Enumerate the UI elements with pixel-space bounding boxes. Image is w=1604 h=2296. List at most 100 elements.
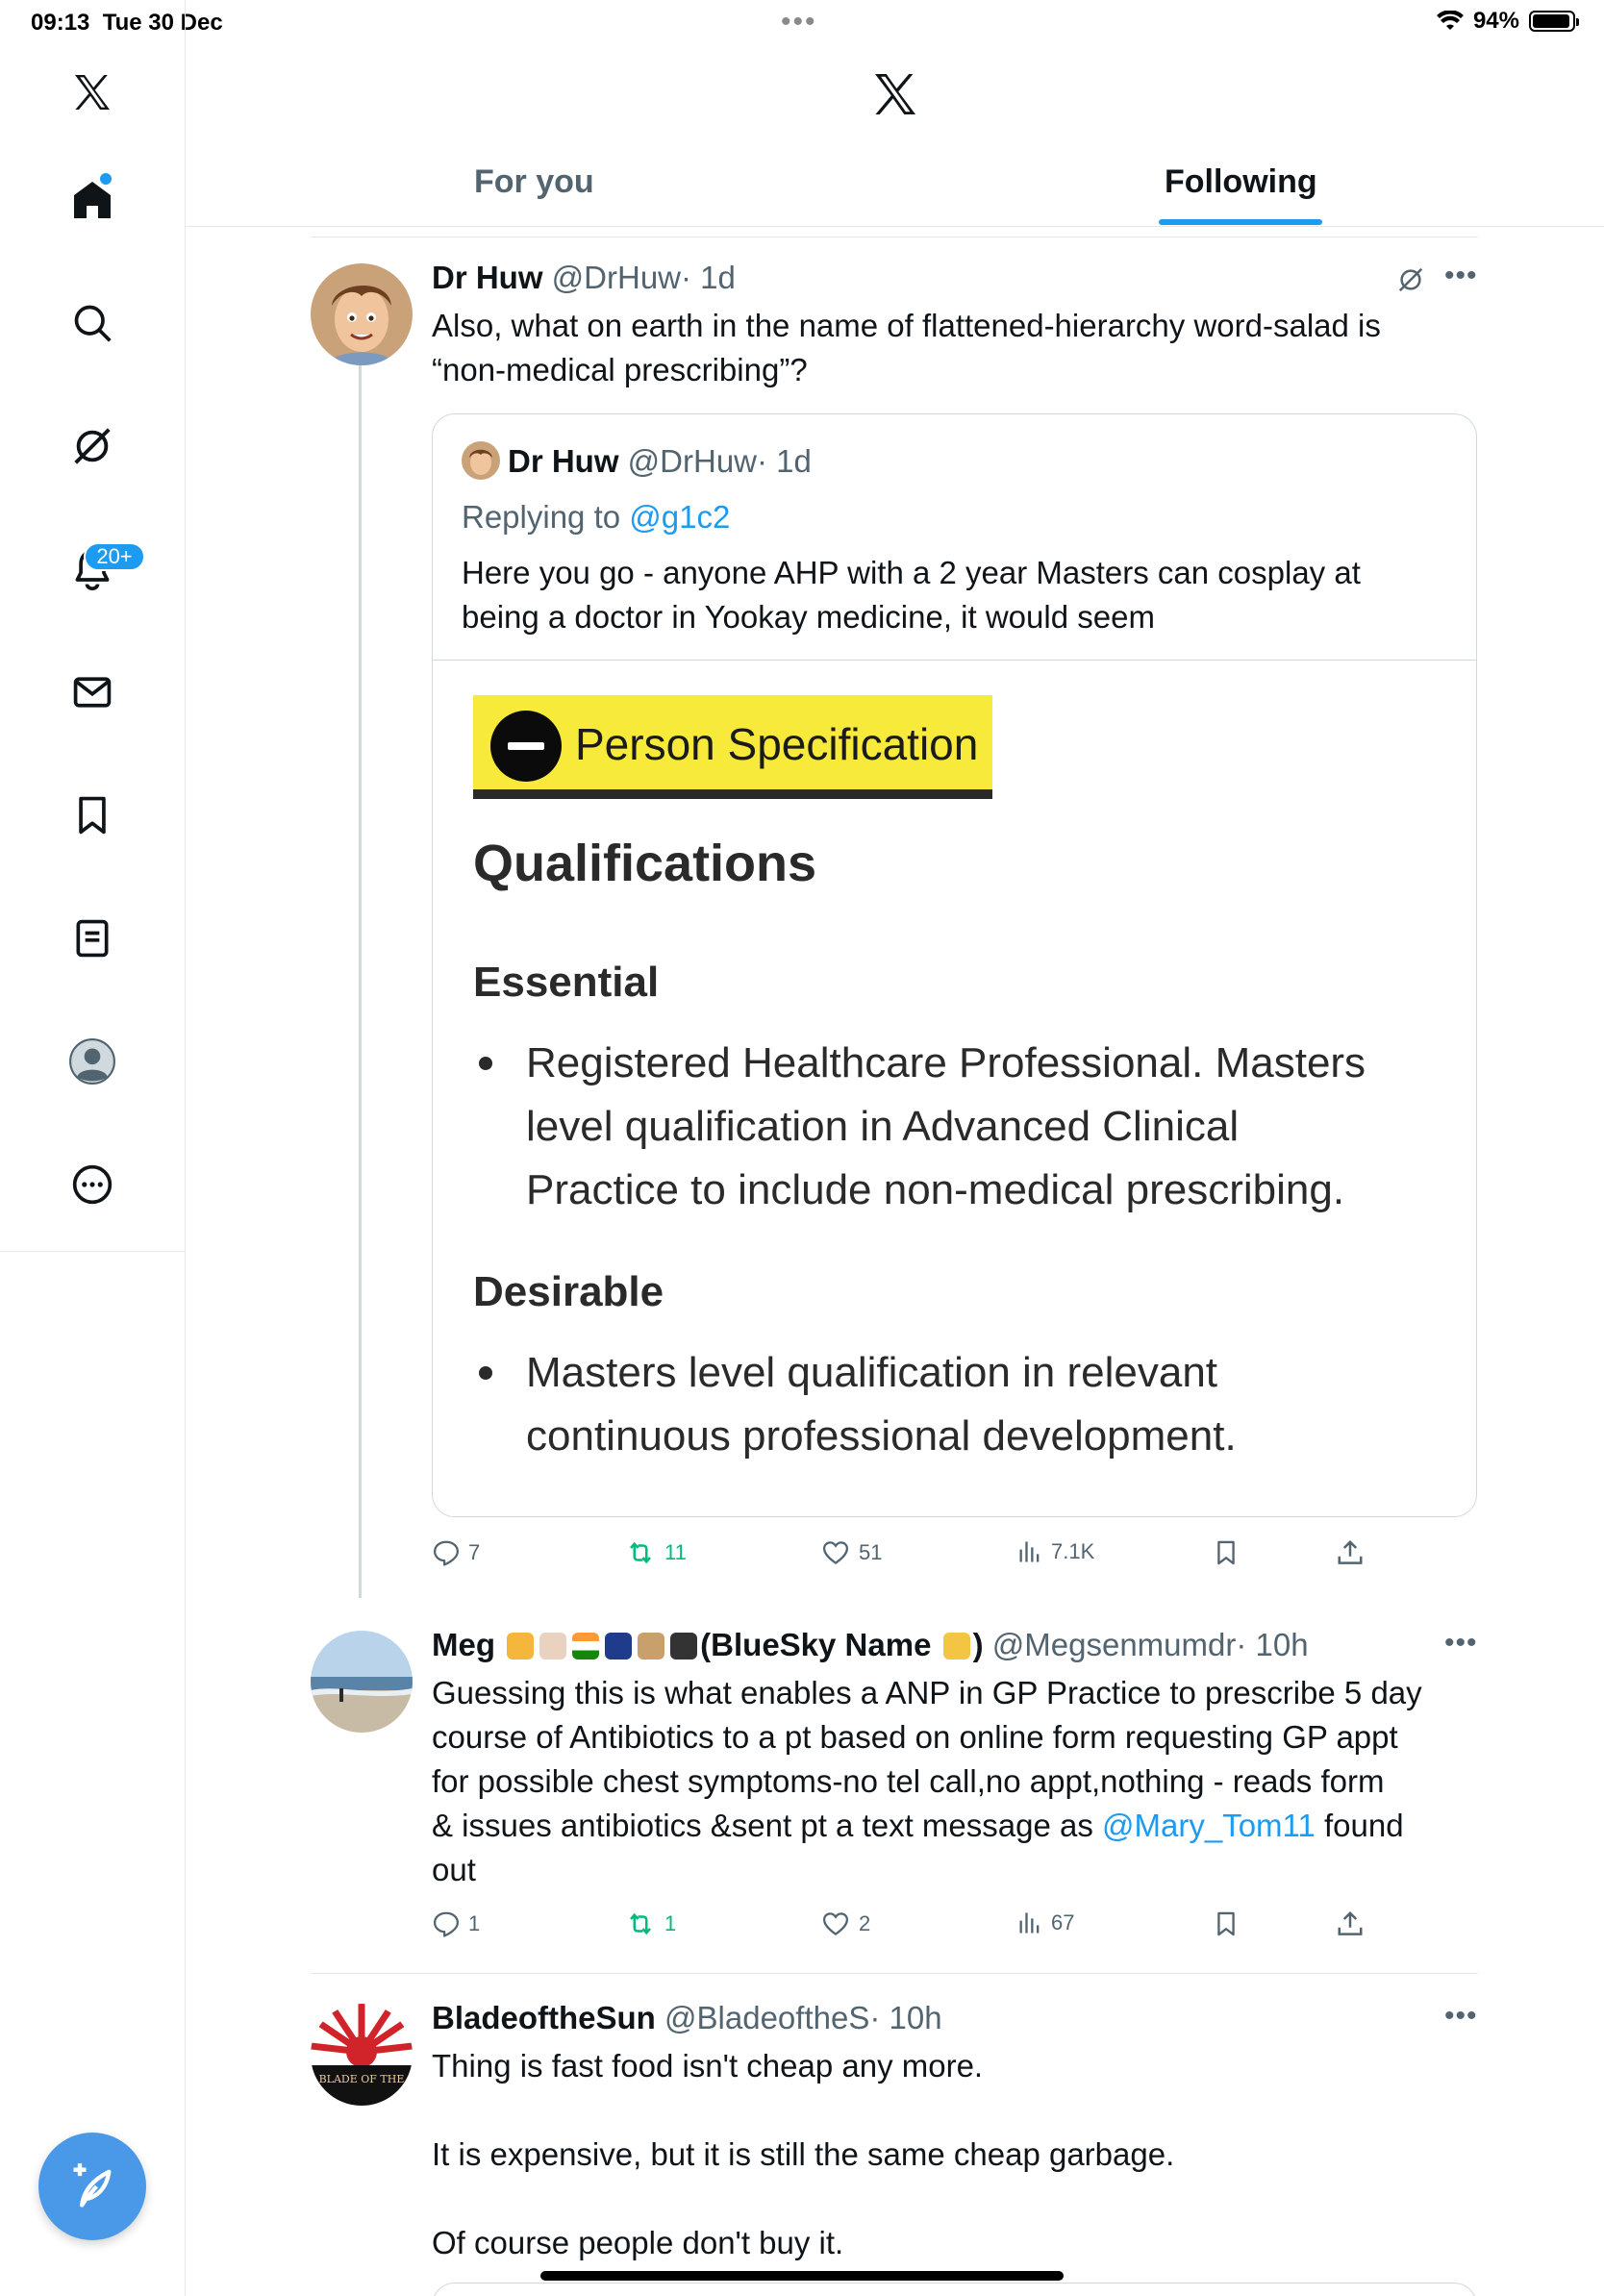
author-name[interactable]: Meg (BlueSky Name ) (432, 1627, 984, 1662)
tweet-text: Also, what on earth in the name of flatt… (432, 308, 1381, 387)
home-unread-dot (100, 173, 112, 185)
minus-circle-icon (490, 711, 562, 782)
reply-button[interactable]: 7 (432, 1538, 480, 1567)
tweet-author-line: BladeoftheSun @BladeoftheS· 10h (432, 2000, 942, 2036)
desirable-label: Desirable (473, 1268, 664, 1315)
sidebar-item-messages[interactable] (54, 654, 131, 731)
share-button[interactable] (1336, 1538, 1365, 1567)
bookmark-button[interactable] (1213, 1538, 1240, 1567)
tweet-author-line: Dr Huw @DrHuw· 1d (432, 260, 736, 296)
quoted-avatar (462, 441, 500, 480)
grok-icon (74, 428, 111, 464)
sidebar-item-profile[interactable] (54, 1023, 131, 1100)
tweet-author-line: Meg (BlueSky Name ) @Megsenmumdr· 10h (432, 1627, 1309, 1663)
author-handle[interactable]: @Megsenmumdr (992, 1627, 1237, 1662)
bullet (479, 1366, 492, 1380)
feather-plus-icon (73, 2163, 112, 2208)
thread-line (359, 365, 362, 1598)
avatar[interactable]: BLADE OF THE (311, 2004, 413, 2106)
post-time[interactable]: · 10h (1236, 1627, 1308, 1662)
quoted-post-time: · 1d (757, 443, 812, 479)
bookmark-icon (1217, 1911, 1235, 1936)
status-bar: 09:13 Tue 30 Dec ••• 94% (0, 0, 1604, 46)
sidebar-item-home[interactable] (54, 162, 131, 238)
quoted-image[interactable]: Person Specification Qualifications Esse… (433, 660, 1476, 1516)
like-count: 2 (859, 1911, 871, 1935)
cricket-icon (638, 1633, 665, 1660)
avatar[interactable] (311, 263, 413, 365)
views-count: 7.1K (1051, 1539, 1095, 1563)
sidebar-item-more[interactable] (54, 1146, 131, 1223)
mention-link[interactable]: @Mary_Tom11 (1102, 1808, 1316, 1843)
x-logo-icon[interactable] (54, 54, 131, 131)
views-button[interactable]: 7.1K (1016, 1538, 1094, 1565)
post-time[interactable]: · 1d (681, 260, 736, 295)
status-right: 94% (1436, 8, 1579, 35)
sidebar-item-bookmarks[interactable] (54, 777, 131, 854)
avatar-text: BLADE OF THE (319, 2073, 405, 2085)
like-button[interactable]: 51 (820, 1538, 882, 1567)
pointing-down-icon (942, 1633, 970, 1660)
quoted-author-line: Dr Huw @DrHuw· 1d (462, 441, 812, 480)
battery-icon (1529, 11, 1579, 32)
reply-icon (434, 1540, 459, 1566)
multitasking-dots-icon[interactable]: ••• (781, 6, 817, 38)
author-name[interactable]: BladeoftheSun (432, 2000, 656, 2035)
more-circle-icon (72, 1164, 113, 1205)
repost-count: 11 (664, 1540, 687, 1564)
divider (311, 1973, 1478, 1974)
like-count: 51 (859, 1540, 883, 1564)
views-icon (1019, 1541, 1040, 1562)
tab-for-you[interactable]: For you (474, 163, 594, 201)
replying-to-handle[interactable]: @g1c2 (629, 499, 730, 535)
more-options-icon[interactable]: ••• (1444, 2000, 1478, 2033)
home-indicator[interactable] (540, 2271, 1064, 2281)
like-button[interactable]: 2 (820, 1909, 870, 1938)
search-icon (74, 305, 112, 342)
list-icon (76, 919, 109, 958)
bullet (479, 1057, 492, 1070)
sidebar-item-grok[interactable] (54, 408, 131, 485)
sidebar-item-lists[interactable] (54, 900, 131, 977)
essential-text: Registered Healthcare Professional. Mast… (526, 1039, 1366, 1213)
emoji-icon (539, 1633, 567, 1660)
bookmark-icon (1217, 1540, 1235, 1565)
repost-count: 1 (664, 1911, 677, 1935)
quoted-tweet[interactable]: Dr Huw @DrHuw· 1d Replying to @g1c2 Here… (432, 413, 1477, 1517)
reply-count: 1 (468, 1911, 481, 1935)
uk-flag-icon (605, 1633, 633, 1660)
more-options-icon[interactable]: ••• (1444, 260, 1478, 292)
sidebar: 20+ (0, 0, 186, 2296)
india-flag-icon (572, 1633, 600, 1660)
compose-post-button[interactable] (38, 2133, 146, 2240)
tab-following[interactable]: Following (1165, 163, 1317, 201)
tweet-actions: 1 1 2 67 (432, 1909, 1393, 1948)
grok-icon[interactable] (1396, 265, 1425, 299)
camera-icon (670, 1633, 698, 1660)
author-handle[interactable]: @BladeoftheS (664, 2000, 869, 2035)
avatar[interactable] (311, 1631, 413, 1733)
sidebar-item-search[interactable] (54, 285, 131, 362)
repost-button[interactable]: 1 (624, 1909, 676, 1938)
replying-to: Replying to @g1c2 (462, 499, 731, 535)
repost-icon (630, 1912, 651, 1935)
author-handle[interactable]: @DrHuw (552, 260, 681, 295)
reply-button[interactable]: 1 (432, 1909, 480, 1938)
author-name[interactable]: Dr Huw (432, 260, 543, 295)
desirable-text: Masters level qualification in relevant … (526, 1349, 1237, 1460)
envelope-icon (73, 677, 112, 708)
heart-icon (822, 1541, 849, 1565)
more-options-icon[interactable]: ••• (1444, 1627, 1478, 1660)
quoted-text: Here you go - anyone AHP with a 2 year M… (462, 555, 1361, 635)
heart-icon (822, 1912, 849, 1936)
views-count: 67 (1051, 1910, 1075, 1934)
timeline-header: For you Following (186, 46, 1604, 227)
reply-icon (434, 1911, 459, 1937)
views-button[interactable]: 67 (1016, 1909, 1074, 1936)
battery-percent: 94% (1472, 8, 1519, 34)
post-time[interactable]: · 10h (869, 2000, 941, 2035)
bookmark-button[interactable] (1213, 1909, 1240, 1938)
repost-button[interactable]: 11 (624, 1538, 687, 1567)
emoji-icon (507, 1633, 535, 1660)
share-button[interactable] (1336, 1909, 1365, 1938)
